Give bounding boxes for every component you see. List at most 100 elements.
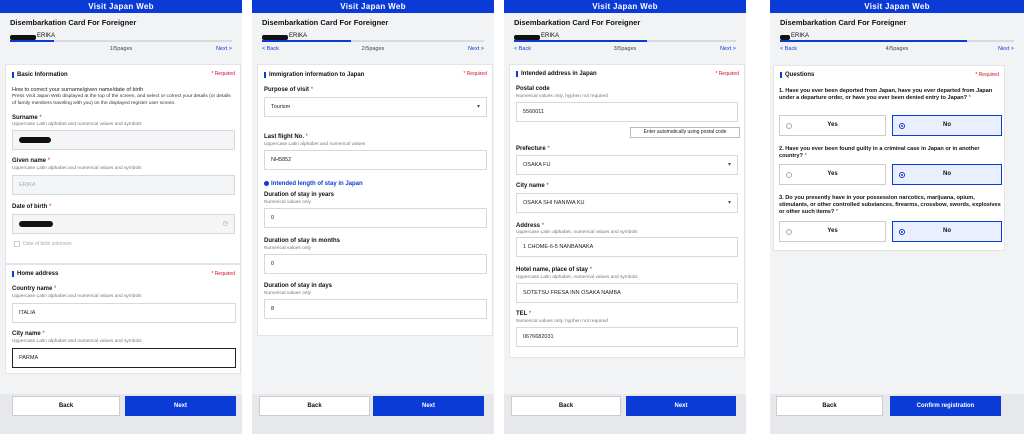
footer-bar: Back Next	[0, 394, 242, 434]
screen-2: Visit Japan Web Disembarkation Card For …	[252, 0, 494, 434]
form-header: Disembarkation Card For Foreigner ERIKA …	[504, 13, 746, 63]
section-immigration: Immigration information to Japan	[264, 72, 364, 78]
next-link[interactable]: Next >	[720, 46, 736, 52]
confirm-registration-button[interactable]: Confirm registration	[890, 396, 1001, 416]
next-button[interactable]: Next	[626, 396, 736, 416]
years-hint: Numerical values only	[264, 200, 311, 205]
section-home-address: Home address	[12, 271, 58, 277]
days-field[interactable]: 8	[264, 299, 487, 319]
back-button[interactable]: Back	[259, 396, 370, 416]
given-name-hint: Uppercase Latin alphabet and numerical v…	[12, 166, 142, 171]
app-title: Visit Japan Web	[504, 0, 746, 13]
footer-bar: Back Next	[504, 394, 746, 434]
given-name-display: ERIKA	[791, 32, 810, 39]
address-hint: Uppercase Latin alphabet, numerical valu…	[516, 230, 638, 235]
next-button[interactable]: Next	[125, 396, 236, 416]
surname-hint: Uppercase Latin alphabet and numerical v…	[12, 122, 142, 127]
postal-label: Postal code	[516, 86, 550, 92]
form-header: Disembarkation Card For Foreigner ERIKA …	[770, 13, 1024, 63]
prefecture-select[interactable]: OSAKA FU ▾	[516, 155, 738, 175]
question-3: 3. Do you presently have in your possess…	[779, 195, 1001, 215]
years-label: Duration of stay in years	[264, 192, 335, 198]
postal-hint: Numerical values only, hyphen not requir…	[516, 94, 608, 99]
progress-bar	[514, 40, 736, 42]
hotel-label: Hotel name, place of stay *	[516, 267, 593, 273]
required-note: * Required	[211, 71, 235, 77]
app-title: Visit Japan Web	[252, 0, 494, 13]
days-label: Duration of stay in days	[264, 283, 333, 289]
country-field[interactable]: ITALIA	[12, 303, 236, 323]
question-2: 2. Have you ever been found guilty in a …	[779, 146, 980, 159]
hotel-hint: Uppercase Latin alphabet, numerical valu…	[516, 275, 638, 280]
info-icon	[264, 181, 269, 186]
form-header: Disembarkation Card For Foreigner ERIKA …	[0, 13, 242, 63]
q3-no-option[interactable]: No	[892, 221, 1002, 242]
section-intended-address: Intended address in Japan	[516, 71, 597, 77]
days-hint: Numerical values only	[264, 291, 311, 296]
intended-stay-label: Intended length of stay in Japan	[264, 181, 363, 187]
purpose-select[interactable]: Tourism ▾	[264, 97, 487, 117]
how-to-correct-title: How to correct your surname/given name/d…	[12, 87, 144, 93]
q2-no-option[interactable]: No	[892, 164, 1002, 185]
address-card: Intended address in Japan * Required Pos…	[509, 64, 745, 358]
dob-label: Date of birth *	[12, 204, 52, 210]
tel-field[interactable]: 0676682031	[516, 327, 738, 347]
months-field[interactable]: 0	[264, 254, 487, 274]
address-field[interactable]: 1 CHOME-6-5 NANBANAKA	[516, 237, 738, 257]
question-1: 1. Have you ever been deported from Japa…	[779, 88, 993, 101]
dob-unknown-label: Date of birth unknown	[23, 241, 72, 247]
q1-yes-option[interactable]: Yes	[779, 115, 886, 136]
immigration-card: Immigration information to Japan * Requi…	[257, 64, 493, 336]
country-hint: Uppercase Latin alphabet and numerical v…	[12, 294, 142, 299]
back-button[interactable]: Back	[511, 396, 621, 416]
next-link[interactable]: Next >	[216, 46, 232, 52]
given-name-display: ERIKA	[37, 32, 56, 39]
screen-1: Visit Japan Web Disembarkation Card For …	[0, 0, 242, 434]
clock-icon: ◷	[222, 221, 228, 227]
surname-field	[12, 130, 235, 150]
back-button[interactable]: Back	[776, 396, 883, 416]
dropdown-caret-icon: ▾	[727, 162, 731, 168]
required-note: * Required	[211, 271, 235, 277]
app-title: Visit Japan Web	[0, 0, 242, 13]
flight-label: Last flight No. *	[264, 134, 309, 140]
footer-bar: Back Next	[252, 394, 494, 434]
footer-bar: Back Confirm registration	[770, 394, 1024, 434]
required-note: * Required	[463, 71, 487, 77]
postal-field[interactable]: 5560011	[516, 102, 738, 122]
city-label: City name *	[12, 331, 45, 337]
next-link[interactable]: Next >	[468, 46, 484, 52]
flight-field[interactable]: NH5852	[264, 150, 487, 170]
hotel-field[interactable]: SOTETSU FRESA INN OSAKA NAMBA	[516, 283, 738, 303]
dob-unknown-checkbox[interactable]	[14, 241, 20, 247]
required-note: * Required	[715, 71, 739, 77]
dropdown-caret-icon: ▾	[476, 104, 480, 110]
back-button[interactable]: Back	[12, 396, 120, 416]
next-link[interactable]: Next >	[998, 46, 1014, 52]
q2-yes-option[interactable]: Yes	[779, 164, 886, 185]
country-label: Country name *	[12, 286, 57, 292]
surname-label: Surname *	[12, 115, 42, 121]
months-label: Duration of stay in months	[264, 238, 341, 244]
dob-field: ◷	[12, 214, 235, 234]
city-field[interactable]: PARMA	[12, 348, 236, 368]
progress-bar	[262, 40, 484, 42]
months-hint: Numerical values only	[264, 246, 311, 251]
home-address-card: Home address * Required Country name * U…	[5, 264, 241, 374]
given-name-field: ERIKA	[12, 175, 235, 195]
city-select[interactable]: OSAKA SHI NANIWA KU ▾	[516, 193, 738, 213]
screen-4: Visit Japan Web Disembarkation Card For …	[770, 0, 1024, 434]
form-title: Disembarkation Card For Foreigner	[10, 18, 137, 27]
page-indicator: 2/5pages	[361, 46, 385, 52]
years-field[interactable]: 0	[264, 208, 487, 228]
q1-no-option[interactable]: No	[892, 115, 1002, 136]
basic-info-card: Basic Information * Required How to corr…	[5, 64, 241, 264]
form-title: Disembarkation Card For Foreigner	[780, 18, 907, 27]
prefecture-label: Prefecture *	[516, 146, 550, 152]
section-basic-info: Basic Information	[12, 72, 68, 78]
flight-hint: Uppercase Latin alphabet and numerical v…	[264, 142, 366, 147]
q3-yes-option[interactable]: Yes	[779, 221, 886, 242]
form-header: Disembarkation Card For Foreigner ERIKA …	[252, 13, 494, 63]
next-button[interactable]: Next	[373, 396, 484, 416]
auto-fill-button[interactable]: Enter automatically using postal code	[630, 127, 740, 138]
